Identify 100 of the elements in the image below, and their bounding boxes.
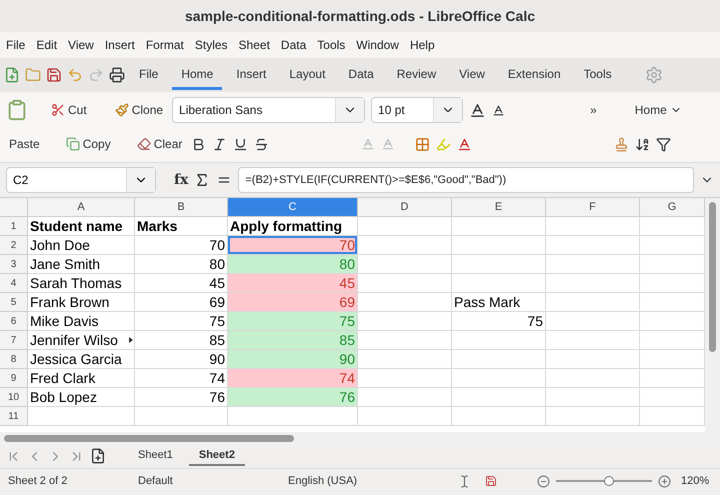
column-header[interactable]: B bbox=[135, 198, 228, 217]
row-header[interactable]: 3 bbox=[0, 255, 28, 274]
menu-item[interactable]: Sheet bbox=[236, 38, 279, 52]
column-header[interactable]: F bbox=[546, 198, 640, 217]
menu-item[interactable]: Tools bbox=[315, 38, 354, 52]
function-wizard-button[interactable]: fx bbox=[174, 172, 188, 188]
table-cell[interactable]: 70 bbox=[228, 236, 358, 255]
menu-item[interactable]: Data bbox=[278, 38, 316, 52]
column-header[interactable]: G bbox=[640, 198, 705, 217]
row-header[interactable]: 11 bbox=[0, 407, 28, 426]
menu-item[interactable]: Insert bbox=[102, 38, 144, 52]
row-header[interactable]: 4 bbox=[0, 274, 28, 293]
borders-icon[interactable] bbox=[415, 136, 430, 152]
ribbon-tab[interactable]: Insert bbox=[227, 60, 276, 90]
more-button[interactable]: » bbox=[587, 101, 600, 119]
new-document-icon[interactable] bbox=[4, 67, 20, 83]
stamp-icon[interactable] bbox=[614, 136, 630, 152]
row-header[interactable]: 9 bbox=[0, 369, 28, 388]
menu-item[interactable]: File bbox=[4, 38, 34, 52]
settings-icon[interactable] bbox=[644, 66, 663, 84]
filter-icon[interactable] bbox=[656, 136, 672, 152]
menu-item[interactable]: Styles bbox=[192, 38, 237, 52]
menu-item[interactable]: Window bbox=[354, 38, 408, 52]
column-header[interactable]: D bbox=[358, 198, 452, 217]
cut-button[interactable]: Cut bbox=[48, 101, 90, 119]
ribbon-tab[interactable]: Review bbox=[388, 60, 446, 90]
save-icon[interactable] bbox=[46, 67, 62, 83]
column-header[interactable]: C bbox=[228, 198, 358, 217]
table-cell[interactable]: 76 bbox=[228, 388, 358, 407]
sheet-tab[interactable]: Sheet2 bbox=[188, 446, 245, 466]
font-size-field[interactable]: 10 pt bbox=[371, 97, 464, 123]
dropdown-button[interactable] bbox=[433, 98, 462, 122]
clear-button[interactable]: Clear bbox=[134, 135, 186, 153]
table-cell[interactable]: 69 bbox=[228, 293, 358, 312]
table-cell: 45 bbox=[135, 274, 228, 293]
row-header[interactable]: 10 bbox=[0, 388, 28, 407]
clone-button[interactable]: Clone bbox=[112, 101, 166, 119]
print-icon[interactable] bbox=[109, 67, 125, 83]
column-header[interactable]: E bbox=[452, 198, 546, 217]
formula-field[interactable]: =(B2)+STYLE(IF(CURRENT()>=$E$6,"Good","Bad")) bbox=[238, 167, 694, 193]
name-box[interactable]: C2 bbox=[6, 167, 156, 193]
corner-cell[interactable] bbox=[0, 198, 28, 217]
table-cell[interactable]: 80 bbox=[228, 255, 358, 274]
table-cell: 76 bbox=[135, 388, 228, 407]
undo-icon[interactable] bbox=[67, 67, 83, 83]
ribbon-tab[interactable]: Extension bbox=[498, 60, 570, 90]
table-cell: Fred Clark bbox=[28, 369, 135, 388]
row-header[interactable]: 8 bbox=[0, 350, 28, 369]
ribbon-tab[interactable]: Data bbox=[339, 60, 383, 90]
ribbon-tab[interactable]: File bbox=[130, 60, 168, 90]
table-cell: 75 bbox=[452, 312, 546, 331]
ribbon-tab[interactable]: Tools bbox=[574, 60, 621, 90]
context-dropdown[interactable]: Home bbox=[632, 101, 685, 119]
italic-icon[interactable] bbox=[212, 136, 228, 152]
table-cell[interactable]: 85 bbox=[228, 331, 358, 350]
row-header[interactable]: 2 bbox=[0, 236, 28, 255]
font-name-field[interactable]: Liberation Sans bbox=[172, 97, 366, 123]
folder-icon[interactable] bbox=[25, 67, 41, 83]
strikethrough-icon[interactable] bbox=[254, 136, 270, 152]
paste-icon[interactable] bbox=[6, 99, 28, 121]
table-cell: 80 bbox=[135, 255, 228, 274]
dropdown-button[interactable] bbox=[335, 98, 364, 122]
row-header[interactable]: 7 bbox=[0, 331, 28, 350]
table-cell[interactable]: 74 bbox=[228, 369, 358, 388]
table-cell: Student name bbox=[28, 217, 135, 236]
menu-item[interactable]: View bbox=[66, 38, 103, 52]
table-cell: Frank Brown bbox=[28, 293, 135, 312]
table-cell[interactable]: Apply formatting bbox=[228, 217, 358, 236]
row-header[interactable]: 5 bbox=[0, 293, 28, 312]
ribbon-tab[interactable]: View bbox=[450, 60, 494, 90]
zoom-in-icon[interactable] bbox=[658, 474, 671, 488]
bold-icon[interactable] bbox=[191, 136, 206, 152]
row-header[interactable]: 1 bbox=[0, 217, 28, 236]
sheet-tab[interactable]: Sheet1 bbox=[128, 446, 183, 466]
ribbon-tab[interactable]: Layout bbox=[280, 60, 334, 90]
table-cell[interactable]: 75 bbox=[228, 312, 358, 331]
zoom-out-icon[interactable] bbox=[537, 474, 550, 488]
table-cell: 74 bbox=[135, 369, 228, 388]
copy-button[interactable]: Copy bbox=[62, 135, 114, 153]
table-cell[interactable]: 45 bbox=[228, 274, 358, 293]
table-cell: Pass Mark bbox=[452, 293, 546, 312]
zoom-slider-thumb[interactable] bbox=[604, 476, 614, 486]
add-sheet-icon[interactable] bbox=[90, 448, 106, 464]
scrollbar-thumb[interactable] bbox=[709, 202, 716, 352]
shrink-font-icon[interactable] bbox=[492, 104, 506, 116]
menu-item[interactable]: Edit bbox=[34, 38, 66, 52]
column-header[interactable]: A bbox=[28, 198, 135, 217]
paste-button[interactable]: Paste bbox=[6, 135, 43, 153]
window-title: sample-conditional-formatting.ods - LibreOffice Calc bbox=[184, 8, 536, 24]
language: English (USA) bbox=[288, 475, 358, 487]
grow-font-icon[interactable] bbox=[469, 102, 486, 118]
font-color-icon[interactable] bbox=[457, 136, 472, 152]
dropdown-button[interactable] bbox=[126, 168, 155, 192]
underline-icon[interactable] bbox=[233, 136, 248, 152]
scrollbar-thumb[interactable] bbox=[4, 434, 294, 442]
table-cell[interactable]: 90 bbox=[228, 350, 358, 369]
menu-item[interactable]: Help bbox=[408, 38, 444, 52]
sort-icon[interactable] bbox=[635, 136, 650, 152]
row-header[interactable]: 6 bbox=[0, 312, 28, 331]
menu-item[interactable]: Format bbox=[144, 38, 193, 52]
